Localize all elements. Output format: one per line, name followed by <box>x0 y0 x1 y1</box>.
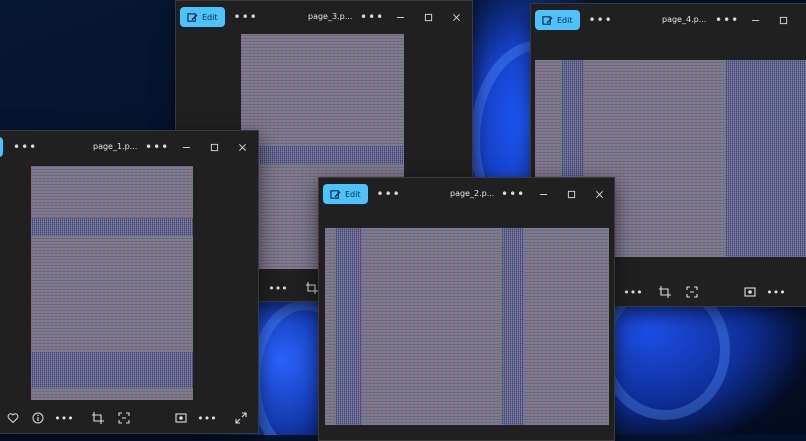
close-button[interactable] <box>585 178 613 210</box>
document-image <box>325 228 609 425</box>
bottom-toolbar: ••• ••• <box>0 405 258 431</box>
scan-text-icon[interactable] <box>684 284 700 300</box>
edit-button-label: Edit <box>557 15 573 25</box>
more-options-icon[interactable]: ••• <box>268 280 287 296</box>
edit-button[interactable]: Edit <box>323 184 368 204</box>
minimize-button[interactable] <box>172 131 200 163</box>
more-options-icon[interactable]: ••• <box>623 284 642 300</box>
maximize-icon <box>424 13 432 21</box>
crop-icon[interactable] <box>90 410 106 426</box>
slideshow-icon[interactable] <box>173 410 189 426</box>
heart-icon[interactable] <box>5 410 21 426</box>
minimize-icon <box>539 193 547 195</box>
minimize-icon <box>182 146 190 148</box>
more-options-icon[interactable]: ••• <box>501 178 525 210</box>
slideshow-icon[interactable] <box>742 284 758 300</box>
more-options-icon[interactable]: ••• <box>360 1 384 33</box>
file-name: page_2.p... <box>450 189 495 198</box>
edit-icon <box>330 189 341 199</box>
more-options-icon[interactable]: ••• <box>766 284 785 300</box>
more-options-icon[interactable]: ••• <box>54 410 73 426</box>
expand-icon[interactable] <box>233 410 249 426</box>
file-name: page_4.p... <box>662 15 707 24</box>
more-options-icon[interactable]: ••• <box>377 188 401 200</box>
close-icon <box>595 190 603 198</box>
title-bar[interactable]: Edit ••• page_3.p... ••• <box>176 1 472 33</box>
document-image <box>31 166 193 400</box>
close-button[interactable] <box>442 1 470 33</box>
image-band <box>241 146 404 164</box>
scan-text-icon[interactable] <box>116 410 132 426</box>
more-options-icon[interactable]: ••• <box>715 4 739 36</box>
more-options-icon[interactable]: ••• <box>13 141 37 153</box>
file-name: page_1.p... <box>93 142 138 151</box>
photo-window-page-1[interactable]: ••• page_1.p... ••• ••• ••• <box>0 130 259 434</box>
more-options-icon[interactable]: ••• <box>197 410 216 426</box>
edit-button[interactable] <box>0 137 3 157</box>
maximize-icon <box>210 143 218 151</box>
more-options-icon[interactable]: ••• <box>234 11 258 23</box>
minimize-icon <box>396 16 404 18</box>
close-icon <box>452 13 460 21</box>
maximize-button[interactable] <box>769 4 797 36</box>
more-options-icon[interactable]: ••• <box>145 131 169 163</box>
edit-icon <box>542 15 553 25</box>
close-button[interactable] <box>228 131 256 163</box>
title-bar[interactable]: Edit ••• page_2.p... ••• <box>319 178 614 210</box>
edit-icon <box>187 12 198 22</box>
image-band <box>335 228 361 425</box>
minimize-button[interactable] <box>529 178 557 210</box>
maximize-icon <box>779 16 787 24</box>
photo-window-page-2[interactable]: Edit ••• page_2.p... ••• <box>318 177 615 441</box>
minimize-button[interactable] <box>386 1 414 33</box>
maximize-button[interactable] <box>557 178 585 210</box>
image-band <box>725 60 806 257</box>
more-options-icon[interactable]: ••• <box>589 14 613 26</box>
close-icon <box>238 143 246 151</box>
maximize-button[interactable] <box>414 1 442 33</box>
edit-button-label: Edit <box>345 189 361 199</box>
title-bar[interactable]: ••• page_1.p... ••• <box>0 131 258 163</box>
minimize-icon <box>751 19 759 21</box>
maximize-icon <box>567 190 575 198</box>
image-band <box>31 352 193 388</box>
image-band <box>31 218 193 236</box>
maximize-button[interactable] <box>200 131 228 163</box>
title-bar[interactable]: Edit ••• page_4.p... ••• <box>531 4 806 36</box>
info-icon[interactable] <box>30 410 46 426</box>
edit-button[interactable]: Edit <box>180 7 225 27</box>
edit-button[interactable]: Edit <box>535 10 580 30</box>
file-name: page_3.p... <box>308 12 353 21</box>
crop-icon[interactable] <box>657 284 673 300</box>
edit-button-label: Edit <box>202 12 218 22</box>
image-band <box>501 228 523 425</box>
minimize-button[interactable] <box>741 4 769 36</box>
